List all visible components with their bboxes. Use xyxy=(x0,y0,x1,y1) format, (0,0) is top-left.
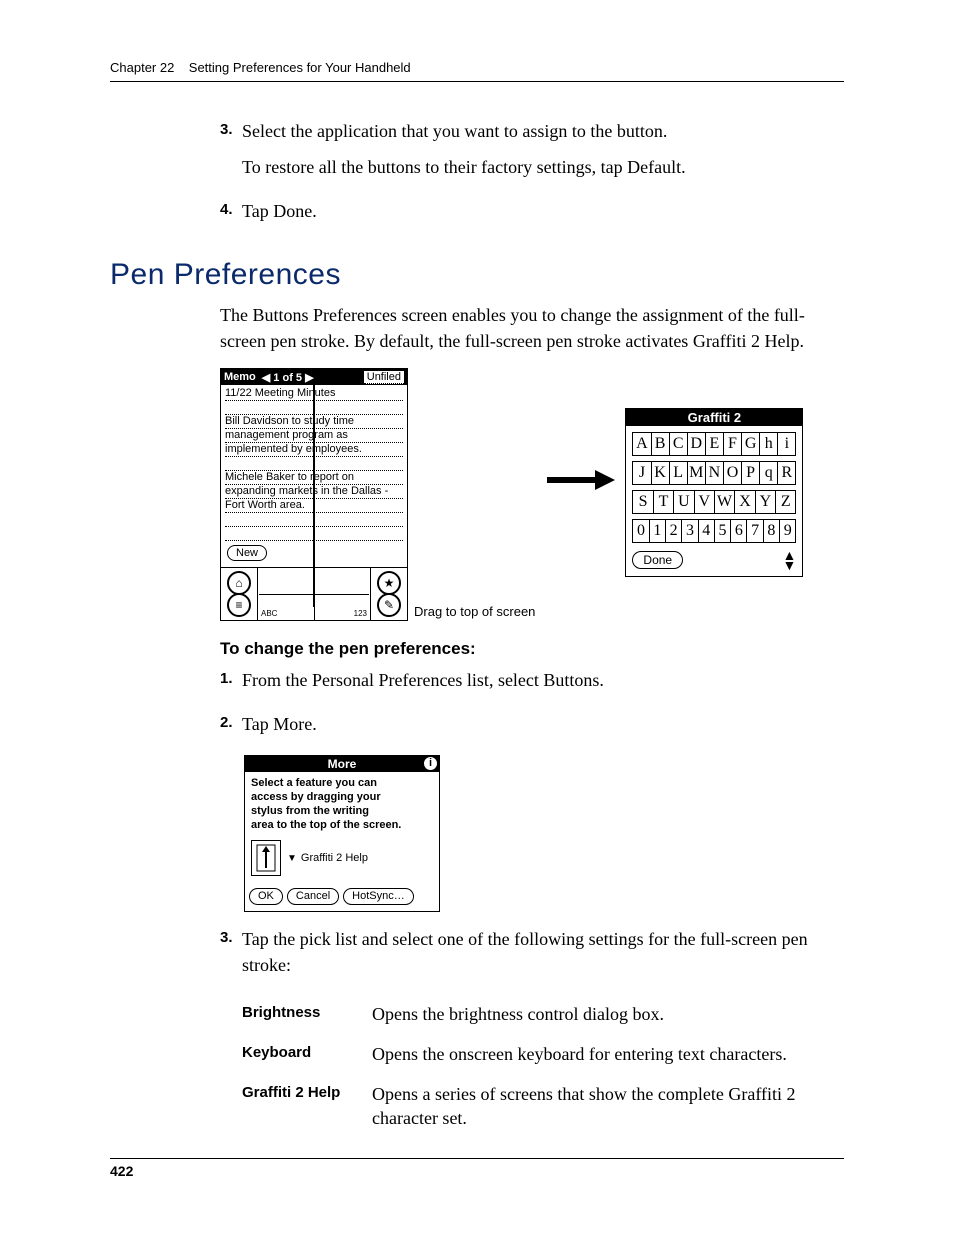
more-instruction: area to the top of the screen. xyxy=(251,818,433,832)
favorite-silk-icon[interactable]: ★ xyxy=(377,571,401,595)
graffiti-row: 0123456789 xyxy=(632,519,796,543)
scroll-arrows-icon[interactable]: ▲▼ xyxy=(783,550,797,570)
memo-title-label: Memo xyxy=(224,371,256,383)
chapter-title: Setting Preferences for Your Handheld xyxy=(189,60,411,75)
step-body: Tap Done. xyxy=(242,198,844,234)
section-heading: Pen Preferences xyxy=(110,258,844,292)
home-silk-icon[interactable]: ⌂ xyxy=(227,571,251,595)
step-number: 1. xyxy=(220,667,242,703)
step-number: 3. xyxy=(220,926,242,988)
setting-term: Keyboard xyxy=(242,1042,372,1066)
figure-pen-stroke: Memo ◀ 1 of 5 ▶ Unfiled 11/22 Meeting Mi… xyxy=(220,368,844,621)
memo-category[interactable]: Unfiled xyxy=(364,371,404,384)
step-text: Tap More. xyxy=(242,711,844,737)
cancel-button[interactable]: Cancel xyxy=(287,888,339,905)
drag-stroke-icon xyxy=(251,840,281,876)
setting-term: Graffiti 2 Help xyxy=(242,1082,372,1130)
procedure-subhead: To change the pen preferences: xyxy=(220,639,844,659)
setting-desc: Opens the onscreen keyboard for entering… xyxy=(372,1042,844,1066)
memo-new-button[interactable]: New xyxy=(227,545,267,561)
abc-label: ABC xyxy=(261,609,277,618)
setting-desc: Opens a series of screens that show the … xyxy=(372,1082,844,1130)
more-instruction: stylus from the writing xyxy=(251,804,433,818)
memo-navigator[interactable]: ◀ 1 of 5 ▶ xyxy=(262,371,314,384)
graffiti-screen: Graffiti 2 ABCDEFGhi JKLMNOPqR STUVWXYZ … xyxy=(625,408,803,577)
running-header: Chapter 22 Setting Preferences for Your … xyxy=(110,60,844,82)
setting-term: Brightness xyxy=(242,1002,372,1026)
step-text: From the Personal Preferences list, sele… xyxy=(242,667,844,693)
arrow-icon xyxy=(535,368,625,492)
graffiti-row: JKLMNOPqR xyxy=(632,461,796,485)
more-title-label: More xyxy=(328,757,357,771)
memo-screen: Memo ◀ 1 of 5 ▶ Unfiled 11/22 Meeting Mi… xyxy=(220,368,408,621)
step-text: Tap Done. xyxy=(242,198,844,224)
info-icon[interactable]: i xyxy=(424,757,437,770)
find-silk-icon[interactable]: ✎ xyxy=(377,593,401,617)
step-number: 2. xyxy=(220,711,242,747)
step-text: Tap the pick list and select one of the … xyxy=(242,926,844,978)
ok-button[interactable]: OK xyxy=(249,888,283,905)
menu-silk-icon[interactable]: ≡ xyxy=(227,593,251,617)
more-instruction: access by dragging your xyxy=(251,790,433,804)
graffiti-done-button[interactable]: Done xyxy=(632,551,683,569)
step-number: 4. xyxy=(220,198,242,234)
more-instruction: Select a feature you can xyxy=(251,776,433,790)
graffiti-row: STUVWXYZ xyxy=(632,490,796,514)
hotsync-button[interactable]: HotSync… xyxy=(343,888,414,905)
dropdown-caret-icon[interactable]: ▼ xyxy=(287,853,297,864)
graffiti-row: ABCDEFGhi xyxy=(632,432,796,456)
drag-indicator-line xyxy=(313,385,315,607)
setting-desc: Opens the brightness control dialog box. xyxy=(372,1002,844,1026)
step-body: Select the application that you want to … xyxy=(242,118,844,190)
page-number: 422 xyxy=(110,1158,844,1179)
num-label: 123 xyxy=(354,609,367,618)
step-number: 3. xyxy=(220,118,242,190)
more-dropdown[interactable]: Graffiti 2 Help xyxy=(301,852,368,864)
section-intro: The Buttons Preferences screen enables y… xyxy=(220,302,844,354)
chapter-label: Chapter 22 xyxy=(110,60,174,75)
drag-caption: Drag to top of screen xyxy=(414,604,535,621)
graffiti-title: Graffiti 2 xyxy=(626,409,802,426)
step-text: To restore all the buttons to their fact… xyxy=(242,154,844,180)
settings-table: Brightness Opens the brightness control … xyxy=(242,1002,844,1130)
more-dialog: More i Select a feature you can access b… xyxy=(244,755,440,912)
step-text: Select the application that you want to … xyxy=(242,118,844,144)
